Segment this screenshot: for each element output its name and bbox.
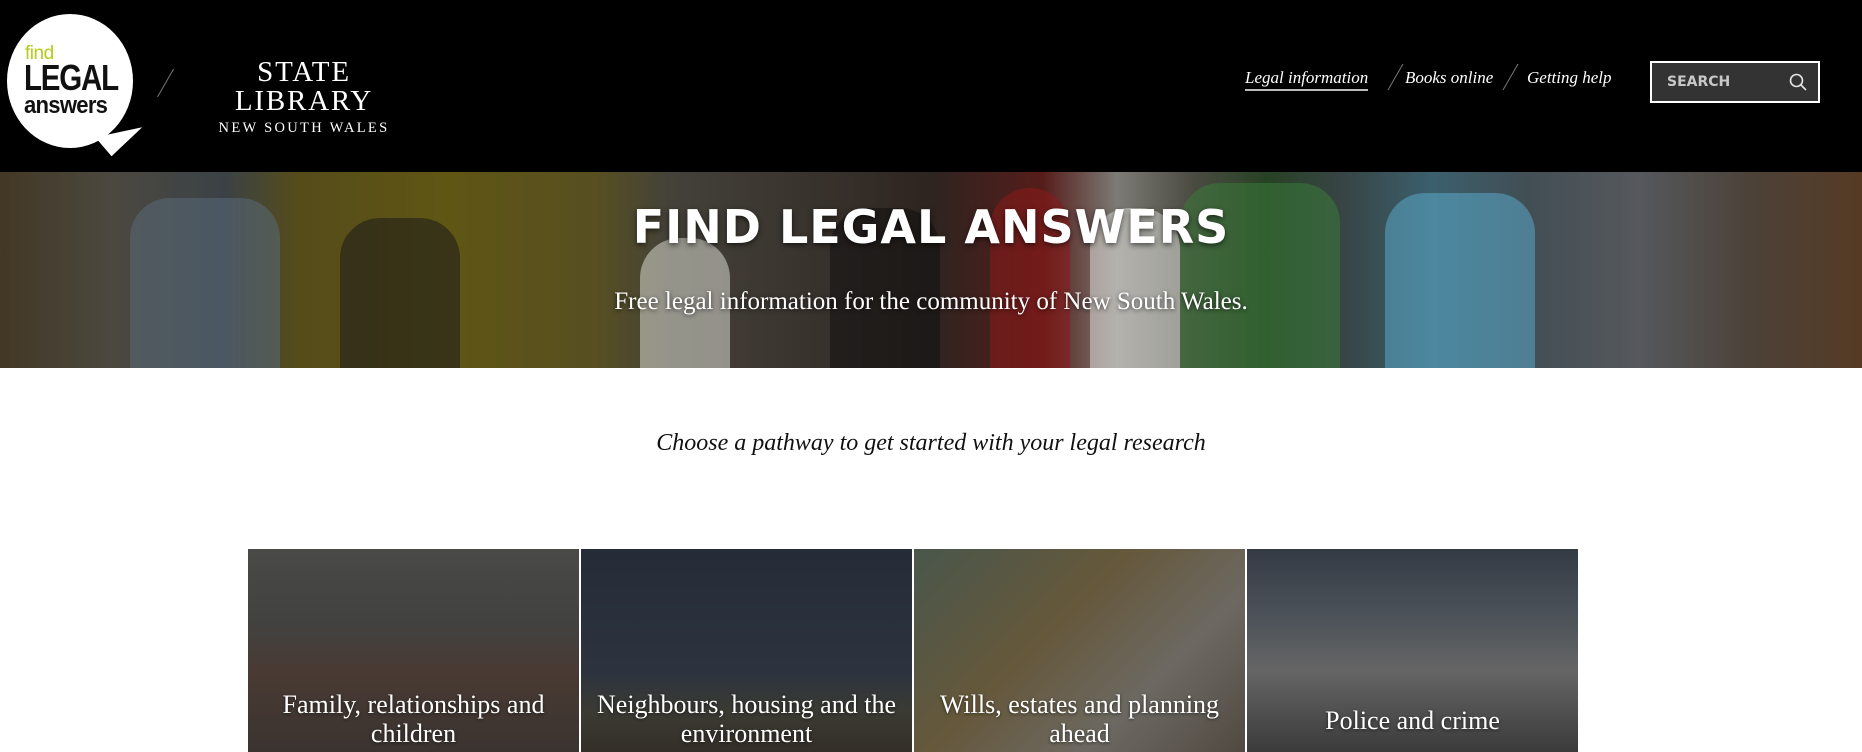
state-library-logo[interactable]: STATE LIBRARY NEW SOUTH WALES (190, 58, 418, 136)
logo-legal-text: LEGAL (24, 57, 119, 98)
state-library-title: STATE LIBRARY (234, 56, 374, 117)
logo-answers-text: answers (24, 92, 108, 119)
nav-books-online[interactable]: Books online (1405, 68, 1493, 88)
pathway-card-label: Police and crime (1325, 706, 1500, 735)
pathway-card-label: Neighbours, housing and the environment (597, 690, 896, 748)
nav-getting-help[interactable]: Getting help (1527, 68, 1612, 88)
pathway-card-label: Family, relationships and children (282, 690, 545, 748)
find-legal-answers-logo[interactable]: find LEGAL answers (7, 14, 147, 159)
nav-legal-information[interactable]: Legal information (1245, 68, 1369, 91)
state-library-subtitle: NEW SOUTH WALES (218, 120, 390, 136)
search-icon[interactable] (1788, 72, 1808, 92)
pathway-card-family[interactable]: Family, relationships and children (248, 549, 579, 752)
hero-banner: FIND LEGAL ANSWERS Free legal informatio… (0, 172, 1862, 368)
nav-separator (1387, 63, 1404, 91)
pathway-card-label: Wills, estates and planning ahead (939, 690, 1220, 748)
hero-title: FIND LEGAL ANSWERS (632, 200, 1230, 254)
pathway-card-police[interactable]: Police and crime (1247, 549, 1578, 752)
pathway-card-wills[interactable]: Wills, estates and planning ahead (914, 549, 1245, 752)
pathway-card-neighbours[interactable]: Neighbours, housing and the environment (581, 549, 912, 752)
search-input[interactable] (1652, 63, 1782, 101)
nav-separator (1502, 63, 1519, 91)
brand-separator (157, 68, 174, 98)
hero-subtitle: Free legal information for the community… (614, 288, 1248, 315)
pathway-tagline: Choose a pathway to get started with you… (656, 430, 1206, 456)
site-header: find LEGAL answers STATE LIBRARY NEW SOU… (0, 0, 1862, 172)
search-box (1650, 61, 1820, 103)
pathway-cards: Family, relationships and children Neigh… (248, 549, 1578, 752)
